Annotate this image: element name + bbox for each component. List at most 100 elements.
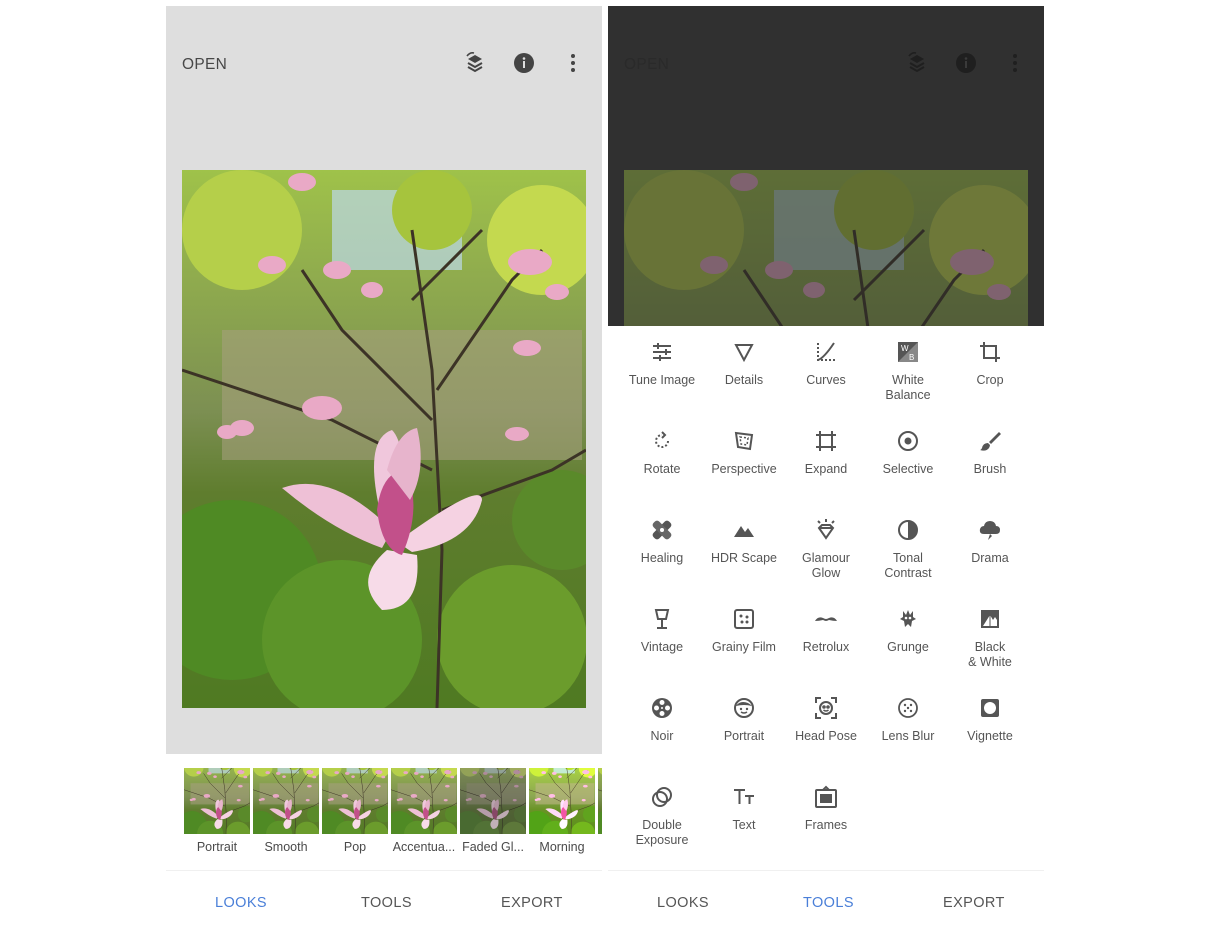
- portrait-icon: [732, 696, 756, 720]
- tool-white-balance[interactable]: WB White Balance: [867, 340, 949, 402]
- tool-label: Double Exposure: [635, 818, 689, 847]
- look-label: Morning: [539, 840, 585, 854]
- dimmed-background[interactable]: OPEN: [608, 6, 1044, 326]
- tool-drama[interactable]: Drama: [949, 518, 1031, 566]
- look-thumbnail: [184, 768, 250, 834]
- tool-label: Noir: [650, 729, 674, 743]
- brush-icon: [978, 429, 1002, 453]
- tool-text[interactable]: Text: [703, 785, 785, 833]
- look-label: Pop: [343, 840, 367, 854]
- tool-double-exposure[interactable]: Double Exposure: [621, 785, 703, 847]
- tool-vintage[interactable]: Vintage: [621, 607, 703, 655]
- tab-tools[interactable]: TOOLS: [361, 895, 412, 911]
- tool-black-white[interactable]: Black & White: [949, 607, 1031, 669]
- looks-strip[interactable]: Portrait Smooth Pop Accentua... Faded Gl…: [166, 768, 602, 860]
- tool-tune-image[interactable]: Tune Image: [621, 340, 703, 388]
- grunge-icon: [896, 607, 920, 631]
- tool-head-pose[interactable]: Head Pose: [785, 696, 867, 744]
- look-partial[interactable]: [598, 768, 602, 834]
- tool-noir[interactable]: Noir: [621, 696, 703, 744]
- tool-label: Crop: [976, 373, 1004, 387]
- retrolux-icon: [814, 607, 838, 631]
- tool-label: Perspective: [711, 462, 777, 476]
- tool-label: Black & White: [968, 640, 1012, 669]
- look-portrait[interactable]: Portrait: [184, 768, 250, 854]
- photo-preview[interactable]: [182, 170, 586, 708]
- healing-icon: [650, 518, 674, 542]
- tab-export[interactable]: EXPORT: [943, 895, 1005, 911]
- tool-frames[interactable]: Frames: [785, 785, 867, 833]
- tool-perspective[interactable]: Perspective: [703, 429, 785, 477]
- tool-label: Grainy Film: [712, 640, 776, 654]
- glamour-glow-icon: [814, 518, 838, 542]
- tool-rotate[interactable]: Rotate: [621, 429, 703, 477]
- rotate-icon: [650, 429, 674, 453]
- double-exposure-icon: [650, 785, 674, 809]
- tool-label: White Balance: [885, 373, 931, 402]
- look-thumbnail: [529, 768, 595, 834]
- tab-looks[interactable]: LOOKS: [215, 895, 267, 911]
- look-smooth[interactable]: Smooth: [253, 768, 319, 854]
- tool-grunge[interactable]: Grunge: [867, 607, 949, 655]
- tool-label: Frames: [804, 818, 848, 832]
- details-icon: [732, 340, 756, 364]
- tool-label: Tune Image: [628, 373, 696, 387]
- tool-label: Rotate: [643, 462, 681, 476]
- tab-tools[interactable]: TOOLS: [803, 895, 854, 911]
- black-white-icon: [978, 607, 1002, 631]
- tool-label: Tonal Contrast: [884, 551, 932, 580]
- tool-healing[interactable]: Healing: [621, 518, 703, 566]
- tool-label: Drama: [971, 551, 1009, 565]
- tool-glamour-glow[interactable]: Glamour Glow: [785, 518, 867, 580]
- perspective-icon: [732, 429, 756, 453]
- dim-overlay: [608, 6, 1044, 326]
- tool-tonal-contrast[interactable]: Tonal Contrast: [867, 518, 949, 580]
- tool-label: Grunge: [887, 640, 929, 654]
- tool-label: Text: [732, 818, 756, 832]
- tab-export[interactable]: EXPORT: [501, 895, 563, 911]
- tool-label: Vintage: [640, 640, 684, 654]
- tool-portrait[interactable]: Portrait: [703, 696, 785, 744]
- tool-selective[interactable]: Selective: [867, 429, 949, 477]
- tool-hdr-scape[interactable]: HDR Scape: [703, 518, 785, 566]
- expand-icon: [814, 429, 838, 453]
- tab-looks[interactable]: LOOKS: [657, 895, 709, 911]
- tool-brush[interactable]: Brush: [949, 429, 1031, 477]
- tool-label: Healing: [640, 551, 684, 565]
- tool-vignette[interactable]: Vignette: [949, 696, 1031, 744]
- open-button: OPEN: [624, 56, 670, 73]
- more-menu-icon[interactable]: [562, 52, 584, 74]
- tune-image-icon: [650, 340, 674, 364]
- look-faded-glow[interactable]: Faded Gl...: [460, 768, 526, 854]
- look-pop[interactable]: Pop: [322, 768, 388, 854]
- edit-stack-icon: [906, 52, 928, 74]
- vintage-icon: [650, 607, 674, 631]
- tool-grainy-film[interactable]: Grainy Film: [703, 607, 785, 655]
- edit-stack-icon[interactable]: [464, 52, 486, 74]
- curves-icon: [814, 340, 838, 364]
- info-icon[interactable]: [513, 52, 535, 74]
- open-button[interactable]: OPEN: [182, 56, 227, 74]
- tool-details[interactable]: Details: [703, 340, 785, 388]
- tool-label: Expand: [804, 462, 848, 476]
- tool-lens-blur[interactable]: Lens Blur: [867, 696, 949, 744]
- look-thumbnail: [460, 768, 526, 834]
- tool-expand[interactable]: Expand: [785, 429, 867, 477]
- tool-curves[interactable]: Curves: [785, 340, 867, 388]
- tool-label: Lens Blur: [881, 729, 935, 743]
- svg-text:W: W: [901, 344, 909, 353]
- selective-icon: [896, 429, 920, 453]
- tool-retrolux[interactable]: Retrolux: [785, 607, 867, 655]
- look-morning[interactable]: Morning: [529, 768, 595, 854]
- text-icon: [732, 785, 756, 809]
- tonal-contrast-icon: [896, 518, 920, 542]
- white-balance-icon: WB: [896, 340, 920, 364]
- look-accentuate[interactable]: Accentua...: [391, 768, 457, 854]
- look-thumbnail: [598, 768, 602, 834]
- look-thumbnail: [322, 768, 388, 834]
- look-label: Smooth: [264, 840, 308, 854]
- tool-label: Glamour Glow: [802, 551, 850, 580]
- tool-label: Brush: [973, 462, 1007, 476]
- head-pose-icon: [814, 696, 838, 720]
- tool-crop[interactable]: Crop: [949, 340, 1031, 388]
